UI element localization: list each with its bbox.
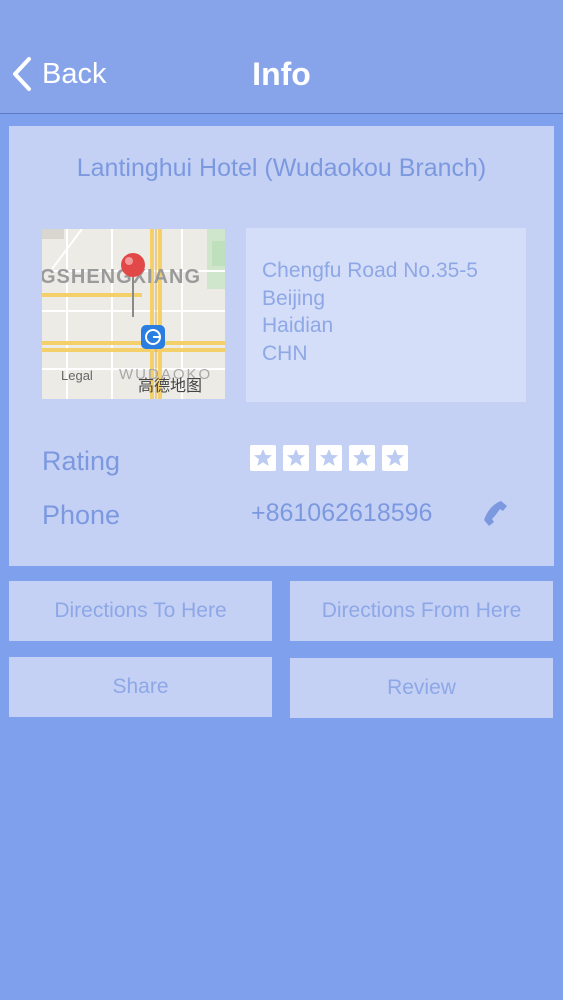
- address-box: Chengfu Road No.35-5 Beijing Haidian CHN: [246, 228, 526, 402]
- rating-stars: [250, 445, 408, 471]
- hotel-info-card: Lantinghui Hotel (Wudaokou Branch) GSHEN…: [9, 126, 554, 566]
- address-street: Chengfu Road No.35-5: [262, 259, 478, 282]
- star-icon: [316, 445, 342, 471]
- share-button[interactable]: Share: [9, 657, 272, 717]
- phone-label: Phone: [42, 500, 121, 530]
- navigation-bar: Back Info: [0, 0, 563, 114]
- address-district: Haidian: [262, 314, 334, 337]
- map-thumbnail[interactable]: GSHENGXIANG WUDAOKO Legal 高德地图: [42, 229, 225, 399]
- map-street-label: GSHENGXIANG: [42, 266, 201, 288]
- directions-to-button[interactable]: Directions To Here: [9, 581, 272, 641]
- phone-call-button[interactable]: [479, 498, 511, 535]
- star-icon: [250, 445, 276, 471]
- metro-station-icon: [141, 325, 165, 349]
- star-icon: [349, 445, 375, 471]
- star-icon: [382, 445, 408, 471]
- address-city: Beijing: [262, 287, 326, 310]
- star-icon: [283, 445, 309, 471]
- map-legal-link: Legal: [61, 368, 93, 383]
- address-country: CHN: [262, 342, 308, 365]
- hotel-name: Lantinghui Hotel (Wudaokou Branch): [76, 154, 487, 182]
- map-provider-label: 高德地图: [138, 376, 202, 395]
- phone-icon: [484, 501, 507, 526]
- directions-from-button[interactable]: Directions From Here: [290, 581, 553, 641]
- page-title: Info: [252, 56, 311, 92]
- rating-label: Rating: [42, 446, 121, 476]
- phone-number[interactable]: +861062618596: [251, 499, 432, 528]
- review-button[interactable]: Review: [290, 658, 553, 718]
